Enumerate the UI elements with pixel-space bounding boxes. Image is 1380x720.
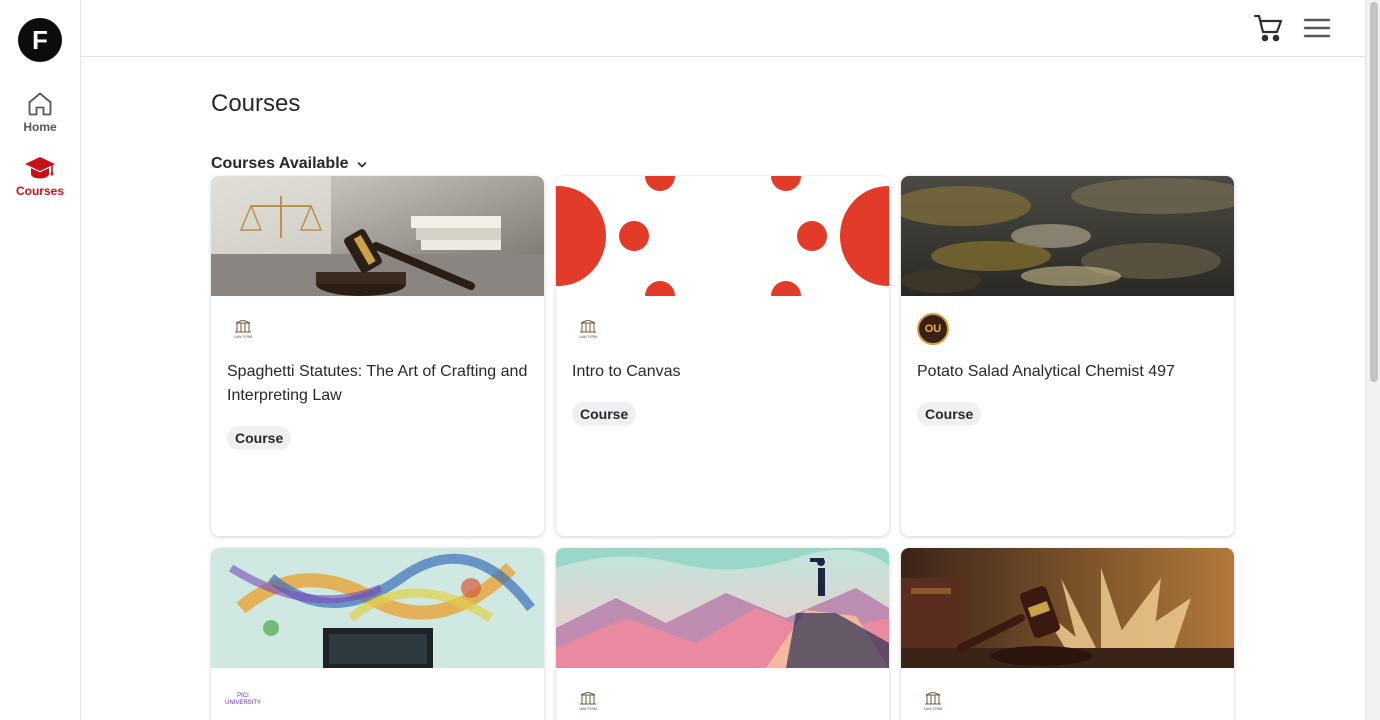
course-image <box>901 548 1234 668</box>
graduation-cap-icon <box>25 157 55 179</box>
org-logo: LAW FIRM <box>572 313 604 345</box>
law-firm-logo-icon <box>235 319 251 332</box>
chevron-down-icon <box>357 161 366 168</box>
course-type-badge: Course <box>572 402 637 426</box>
org-logo: LAW FIRM <box>572 685 604 717</box>
sidebar-item-courses[interactable]: Courses <box>0 154 80 198</box>
cart-button[interactable] <box>1253 12 1283 44</box>
filter-label: Courses Available <box>211 155 349 172</box>
org-logo: LAW FIRM <box>227 313 259 345</box>
courses-filter-dropdown[interactable]: Courses Available <box>211 155 367 173</box>
course-card[interactable]: LAW FIRM <box>556 548 889 720</box>
sidebar-item-label: Courses <box>15 184 65 198</box>
sidebar-item-home[interactable]: Home <box>0 90 80 134</box>
page-scrollbar[interactable] <box>1365 0 1380 720</box>
ou-logo-icon: OU <box>917 313 949 345</box>
course-image <box>211 176 544 296</box>
top-bar <box>81 0 1365 57</box>
course-type-badge: Course <box>917 402 982 426</box>
university-logo-text: PICI UNIVERSITY <box>224 693 261 706</box>
law-firm-logo-icon <box>925 691 941 704</box>
org-logo: PICI UNIVERSITY <box>225 685 261 717</box>
course-image <box>211 548 544 668</box>
sidebar: F Home Courses <box>0 0 81 720</box>
course-type-badge: Course <box>227 426 292 450</box>
menu-button[interactable] <box>1301 14 1333 42</box>
course-image <box>901 176 1234 296</box>
law-firm-logo-icon <box>580 691 596 704</box>
cart-icon <box>1253 14 1283 42</box>
law-firm-logo-icon <box>580 319 596 332</box>
sidebar-item-label: Home <box>23 120 57 134</box>
course-image <box>556 176 889 296</box>
course-image <box>556 548 889 668</box>
scrollbar-thumb[interactable] <box>1370 2 1378 382</box>
org-logo: OU <box>917 313 949 345</box>
course-title[interactable]: Potato Salad Analytical Chemist 497 <box>917 360 1220 384</box>
page-title: Courses <box>211 90 301 117</box>
home-icon <box>28 92 52 116</box>
app-logo[interactable]: F <box>18 18 62 62</box>
hamburger-menu-icon <box>1303 18 1331 38</box>
course-card[interactable]: PICI UNIVERSITY <box>211 548 544 720</box>
org-logo: LAW FIRM <box>917 685 949 717</box>
course-card[interactable]: LAW FIRM Spaghetti Statutes: The Art of … <box>211 176 544 536</box>
course-title[interactable]: Spaghetti Statutes: The Art of Crafting … <box>227 360 530 408</box>
course-card[interactable]: LAW FIRM <box>901 548 1234 720</box>
course-card[interactable]: OU Potato Salad Analytical Chemist 497 C… <box>901 176 1234 536</box>
course-card[interactable]: LAW FIRM Intro to Canvas Course <box>556 176 889 536</box>
course-title[interactable]: Intro to Canvas <box>572 360 875 384</box>
